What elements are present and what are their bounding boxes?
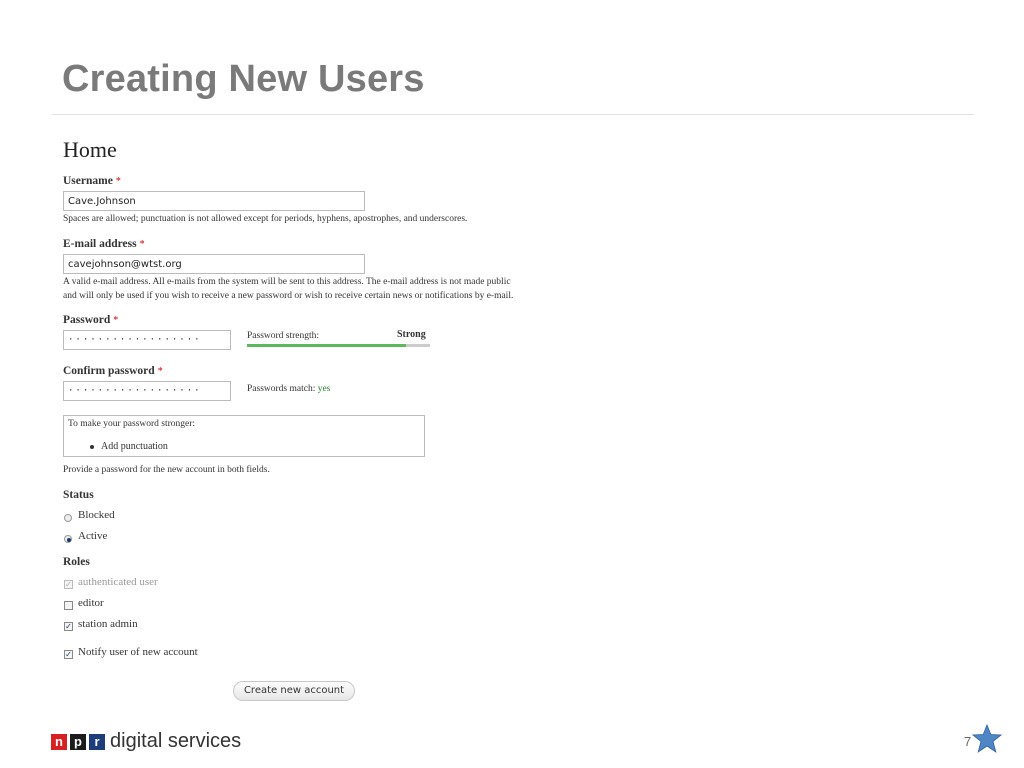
status-blocked-label[interactable]: Blocked xyxy=(78,509,115,521)
email-label-text: E-mail address xyxy=(63,238,137,250)
role-authenticated-label: authenticated user xyxy=(78,576,158,588)
email-label: E-mail address * xyxy=(63,238,145,250)
required-marker: * xyxy=(113,315,119,326)
confirm-password-input[interactable]: ·················· xyxy=(63,381,231,401)
password-match-value: yes xyxy=(317,384,331,394)
create-account-button[interactable]: Create new account xyxy=(233,681,355,701)
password-label: Password * xyxy=(63,314,118,326)
username-input[interactable] xyxy=(63,191,365,211)
email-input[interactable] xyxy=(63,254,365,274)
password-match-indicator: Passwords match: yes xyxy=(247,384,330,394)
npr-logo-p: p xyxy=(70,734,86,750)
star-icon xyxy=(972,724,1002,753)
email-description-line1: A valid e-mail address. All e-mails from… xyxy=(63,277,511,287)
required-marker: * xyxy=(157,366,163,377)
required-marker: * xyxy=(115,176,121,187)
password-strength-meter-fill xyxy=(247,344,407,347)
role-editor-label[interactable]: editor xyxy=(78,597,104,609)
password-input[interactable]: ·················· xyxy=(63,330,231,350)
status-label: Status xyxy=(63,489,94,501)
role-editor-checkbox[interactable] xyxy=(64,601,73,610)
notify-checkbox[interactable]: ✓ xyxy=(64,650,73,659)
status-active-radio[interactable] xyxy=(64,535,72,543)
password-footer-description: Provide a password for the new account i… xyxy=(63,465,270,475)
page-title: Home xyxy=(63,137,117,162)
confirm-password-label: Confirm password * xyxy=(63,365,163,377)
password-label-text: Password xyxy=(63,314,111,326)
username-description: Spaces are allowed; punctuation is not a… xyxy=(63,214,468,224)
password-suggestions-intro: To make your password stronger: xyxy=(68,419,196,429)
role-station-admin-checkbox[interactable]: ✓ xyxy=(64,622,73,631)
npr-logo-r: r xyxy=(89,734,105,750)
password-match-label: Passwords match: xyxy=(247,384,316,394)
status-blocked-radio[interactable] xyxy=(64,514,72,522)
confirm-password-label-text: Confirm password xyxy=(63,365,155,377)
password-suggestion-item: Add punctuation xyxy=(101,441,168,452)
slide-title: Creating New Users xyxy=(62,58,425,100)
password-strength-label: Password strength: xyxy=(247,331,320,341)
status-active-label[interactable]: Active xyxy=(78,530,107,542)
page-number: 7 xyxy=(964,734,972,749)
password-strength-meter xyxy=(247,344,430,347)
required-marker: * xyxy=(139,239,145,250)
password-suggestions-box: To make your password stronger: Add punc… xyxy=(63,415,425,457)
title-divider xyxy=(52,114,974,115)
password-strength-value: Strong xyxy=(397,329,426,340)
username-label: Username * xyxy=(63,175,121,187)
role-authenticated-checkbox: ✓ xyxy=(64,580,73,589)
brand-text: digital services xyxy=(110,730,242,752)
npr-logo-n: n xyxy=(51,734,67,750)
roles-label: Roles xyxy=(63,556,90,568)
username-label-text: Username xyxy=(63,175,113,187)
email-description-line2: and will only be used if you wish to rec… xyxy=(63,291,514,301)
role-station-admin-label[interactable]: station admin xyxy=(78,618,138,630)
bullet-icon xyxy=(90,445,94,449)
notify-label[interactable]: Notify user of new account xyxy=(78,646,198,658)
